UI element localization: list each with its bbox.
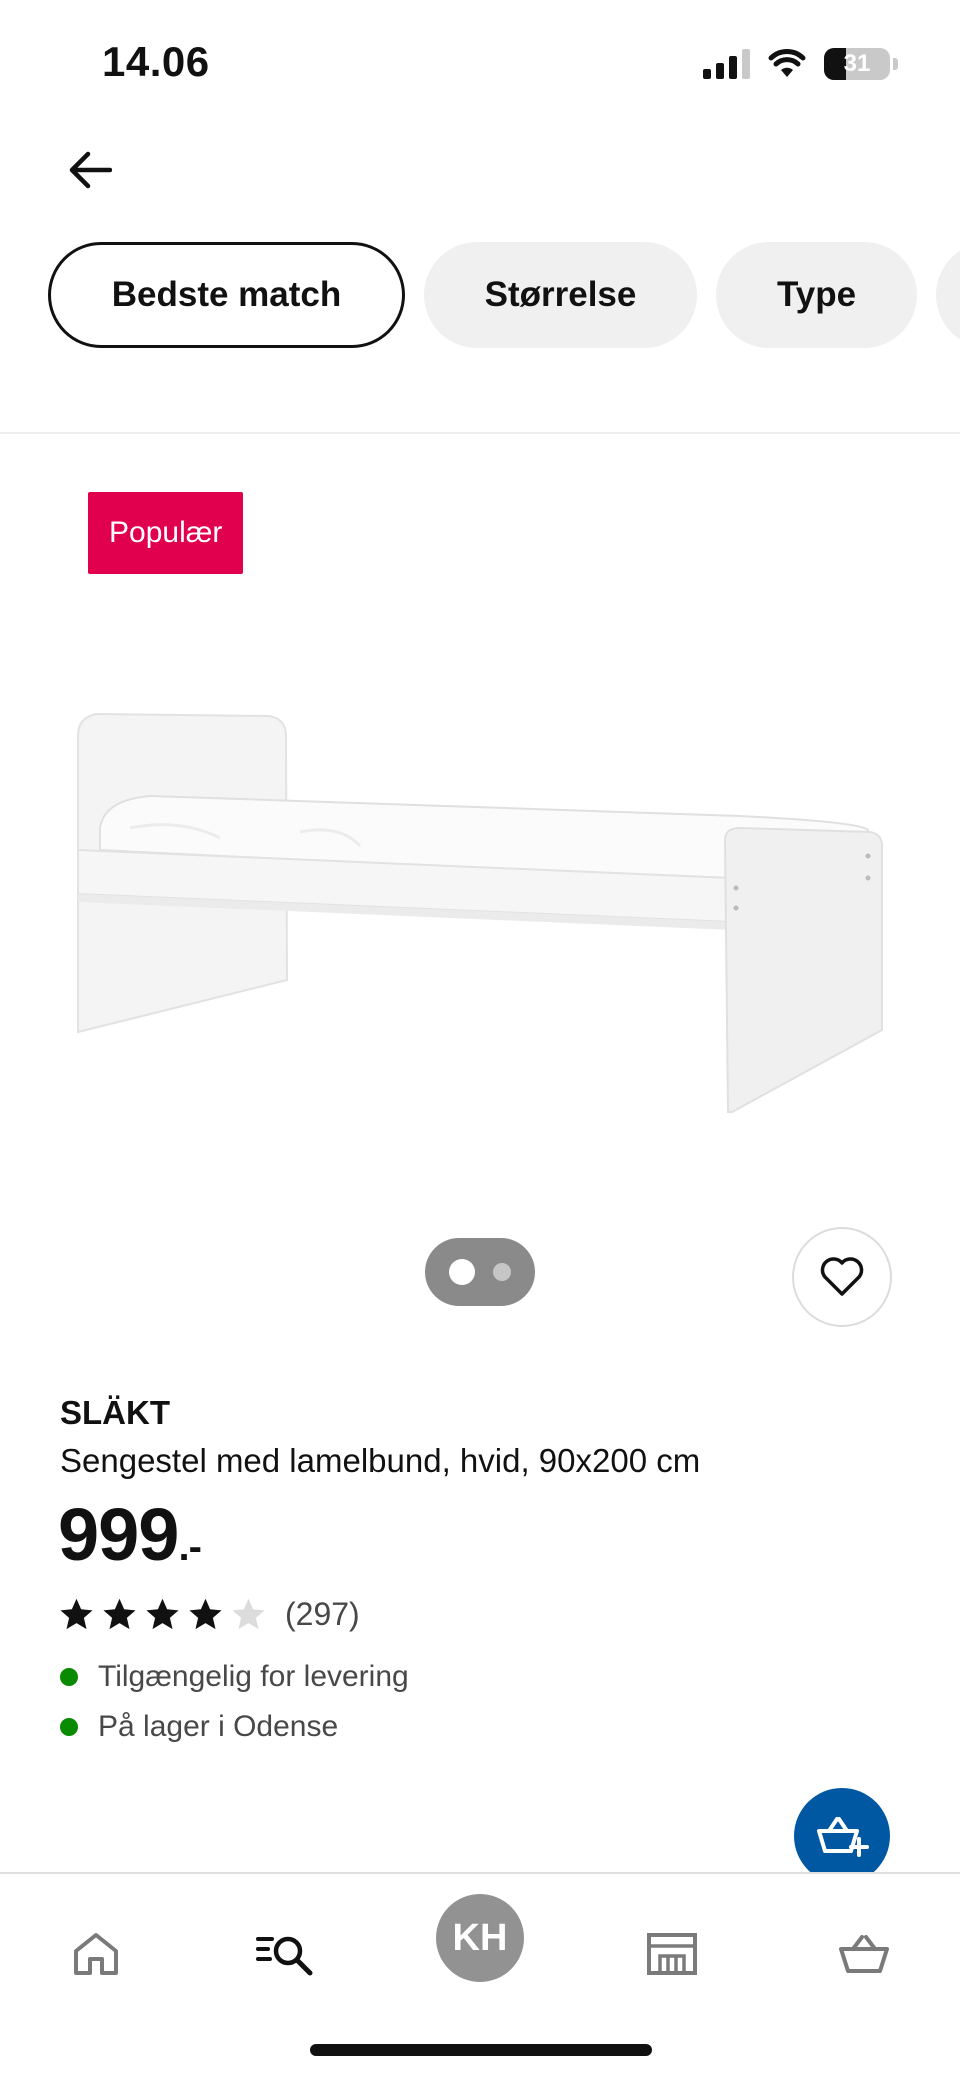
star-filled-icon [189, 1598, 222, 1629]
star-empty-icon [232, 1598, 265, 1629]
rating[interactable]: (297) [58, 1592, 360, 1636]
wifi-icon [768, 49, 806, 77]
status-bar: 14.06 31 [0, 0, 960, 130]
filter-chip-type[interactable]: Type [716, 242, 917, 348]
review-count: (297) [285, 1595, 360, 1632]
nav-stores[interactable] [622, 1904, 722, 2004]
product-image[interactable] [60, 700, 900, 1130]
favourite-button[interactable] [792, 1227, 892, 1327]
add-to-basket-button[interactable] [794, 1788, 890, 1884]
star-filled-icon [146, 1598, 179, 1629]
battery-level: 31 [843, 50, 871, 77]
rating-stars [58, 1596, 267, 1633]
status-dot-icon [60, 1718, 78, 1736]
home-indicator [310, 2044, 652, 2056]
carousel-dot [493, 1263, 511, 1281]
availability-store: På lager i Odense [60, 1710, 338, 1744]
heart-icon [820, 1257, 864, 1296]
image-carousel-indicator[interactable] [425, 1238, 535, 1306]
availability-store-text: På lager i Odense [98, 1710, 339, 1743]
status-icons: 31 [703, 44, 898, 84]
filter-chip-more[interactable] [936, 242, 960, 348]
availability-delivery-text: Tilgængelig for levering [98, 1660, 409, 1693]
battery-icon: 31 [824, 48, 890, 80]
home-icon [74, 1933, 118, 1975]
arrow-left-icon [69, 151, 112, 189]
profile-avatar[interactable]: KH [436, 1894, 524, 1982]
filter-bar: Bedste match Størrelse Type [0, 240, 960, 350]
price-suffix: .- [178, 1525, 201, 1569]
star-filled-icon [103, 1598, 136, 1629]
availability-delivery: Tilgængelig for levering [60, 1660, 409, 1694]
star-filled-icon [60, 1598, 93, 1629]
cellular-signal-icon [703, 49, 750, 79]
basket-add-icon [817, 1817, 869, 1857]
nav-search[interactable] [236, 1904, 336, 2004]
status-time: 14.06 [102, 38, 210, 85]
back-button[interactable] [58, 138, 122, 202]
divider [0, 432, 960, 434]
product-name[interactable]: SLÄKT [60, 1394, 170, 1432]
product-price: 999.- [58, 1492, 202, 1577]
product-description[interactable]: Sengestel med lamelbund, hvid, 90x200 cm [60, 1442, 700, 1480]
filter-chip-best-match[interactable]: Bedste match [48, 242, 405, 348]
basket-icon [839, 1935, 889, 1973]
filter-chip-size[interactable]: Størrelse [424, 242, 697, 348]
price-value: 999 [58, 1493, 179, 1576]
popular-badge: Populær [88, 492, 244, 574]
nav-home[interactable] [46, 1904, 146, 2004]
search-icon [256, 1936, 313, 1976]
nav-basket[interactable] [814, 1904, 914, 2004]
carousel-dot-active [449, 1259, 475, 1285]
status-dot-icon [60, 1668, 78, 1686]
store-icon [647, 1933, 697, 1975]
